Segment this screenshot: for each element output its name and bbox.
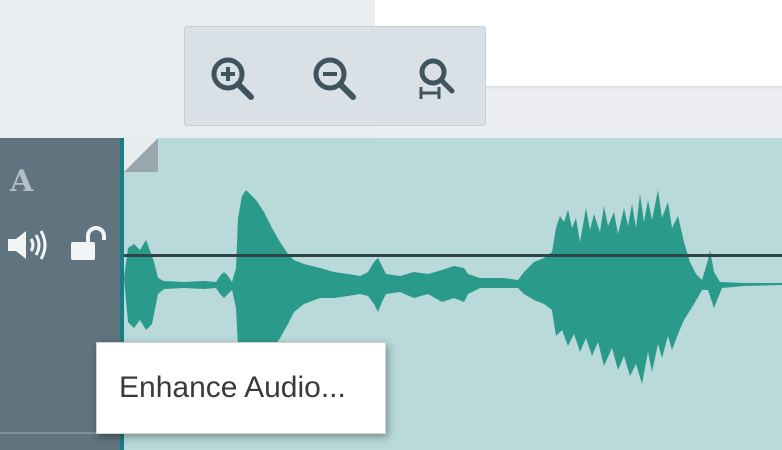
context-menu: Enhance Audio...: [96, 342, 386, 434]
zoom-in-button[interactable]: [207, 53, 257, 103]
menu-item-enhance-audio[interactable]: Enhance Audio...: [97, 343, 385, 433]
volume-icon[interactable]: [6, 228, 50, 262]
track-type-label: A: [10, 164, 34, 199]
zoom-out-icon: [313, 57, 356, 100]
menu-item-label: Enhance Audio...: [119, 371, 346, 404]
zoom-out-button[interactable]: [309, 53, 359, 103]
volume-envelope-line[interactable]: [124, 254, 782, 257]
zoom-toolbar: [184, 26, 486, 126]
zoom-fit-button[interactable]: [409, 53, 459, 103]
zoom-in-icon: [211, 57, 254, 100]
zoom-fit-icon: [419, 58, 455, 99]
unlocked-icon[interactable]: [68, 226, 112, 262]
